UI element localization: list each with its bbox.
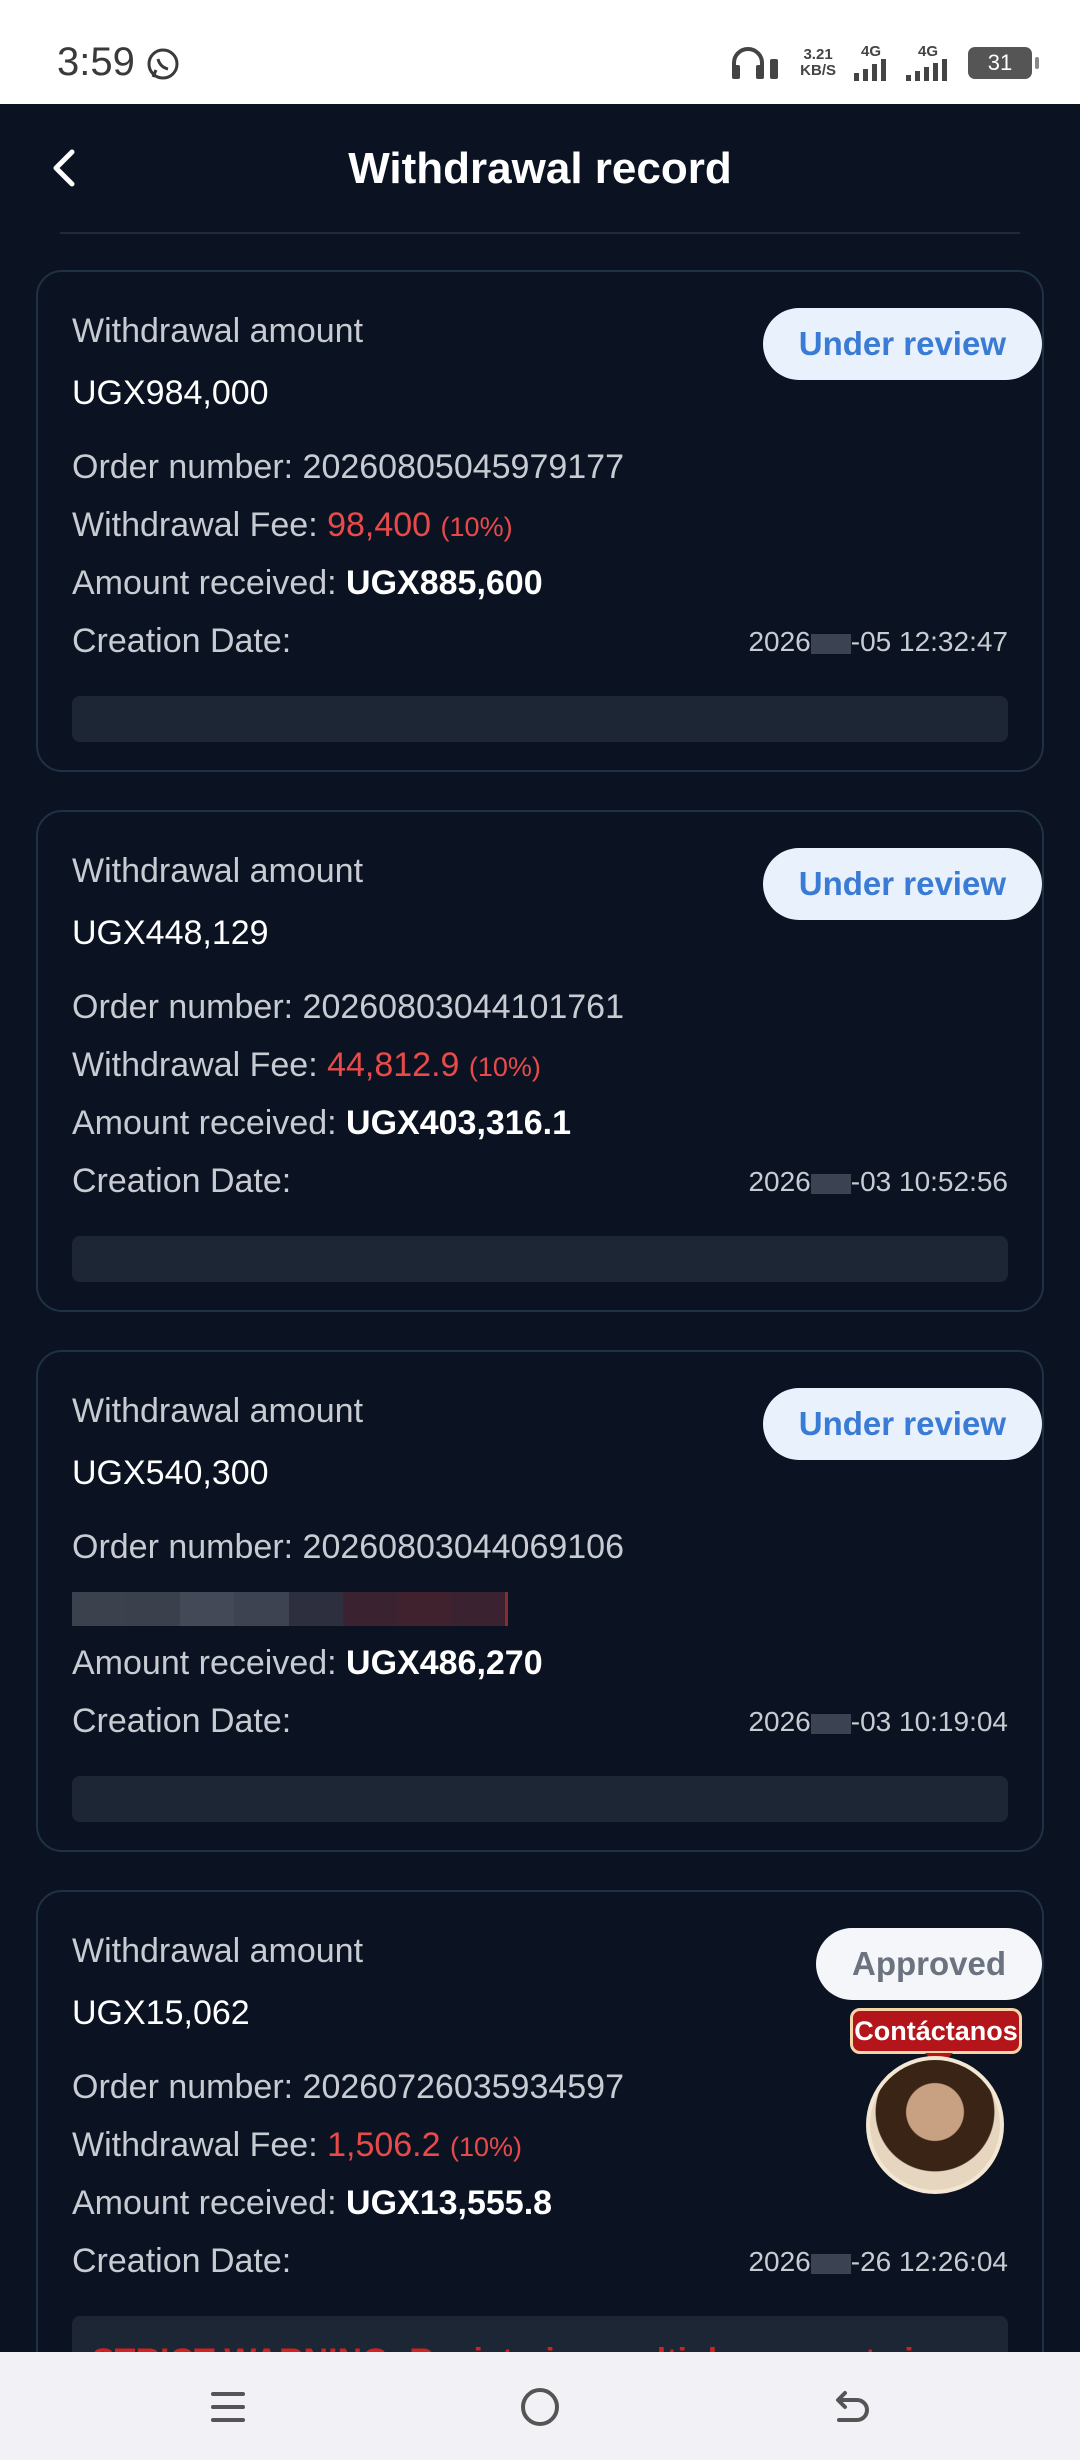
- amount-received-value: UGX486,270: [346, 1644, 543, 1682]
- back-icon[interactable]: [825, 2382, 875, 2432]
- withdrawal-amount-label: Withdrawal amount: [72, 1932, 364, 1970]
- amount-received-row: Amount received: UGX486,270: [72, 1644, 543, 1682]
- creation-date-label: Creation Date:: [72, 1702, 292, 1740]
- amount-received-row: Amount received: UGX13,555.8: [72, 2184, 553, 2222]
- fee-value: 98,400: [327, 506, 432, 544]
- redacted-fee-row: [72, 1592, 508, 1626]
- withdrawal-amount-value: UGX984,000: [72, 374, 269, 412]
- creation-date-label: Creation Date:: [72, 622, 292, 660]
- withdrawal-card: Withdrawal amount UGX448,129 Under revie…: [36, 810, 1044, 1312]
- status-badge: Under review: [762, 848, 1042, 920]
- withdrawal-amount-value: UGX15,062: [72, 1994, 250, 2032]
- creation-date-value: 2026 -26 12:26:04: [748, 2246, 1008, 2277]
- withdrawal-amount-label: Withdrawal amount: [72, 1392, 364, 1430]
- header-divider: [60, 232, 1020, 234]
- avatar: [866, 2056, 1004, 2194]
- creation-date-value: 2026 -03 10:52:56: [748, 1166, 1008, 1197]
- system-nav-bar: [0, 2352, 1080, 2460]
- progress-bar: [72, 1236, 1008, 1282]
- status-bar: 3:59 3.21 KB/S 4G 4G 31: [0, 0, 1080, 104]
- creation-date-value: 2026 -03 10:19:04: [748, 1706, 1008, 1737]
- signal-bars-icon: [854, 59, 886, 81]
- order-number-value: 20260805045979177: [302, 448, 625, 486]
- withdrawal-amount-label: Withdrawal amount: [72, 312, 364, 350]
- warning-banner: STRICT WARNING: Registering multiple acc…: [72, 2316, 1008, 2352]
- contact-label: Contáctanos: [850, 2008, 1022, 2067]
- fee-percent: (10%): [468, 1052, 541, 1082]
- redacted-block: [810, 2253, 851, 2274]
- order-number-value: 20260726035934597: [302, 2068, 625, 2106]
- signal-bars-icon: [906, 59, 947, 81]
- creation-date-value: 2026 -05 12:32:47: [748, 626, 1008, 657]
- signal-2: 4G: [906, 44, 950, 81]
- redacted-block: [810, 633, 851, 654]
- withdrawal-amount-value: UGX448,129: [72, 914, 269, 952]
- redacted-block: [810, 1713, 851, 1734]
- headphones-icon: [732, 46, 779, 79]
- status-badge: Under review: [762, 1388, 1042, 1460]
- progress-bar: [72, 696, 1008, 742]
- withdrawal-amount-label: Withdrawal amount: [72, 852, 364, 890]
- order-number-row: Order number: 20260803044069106: [72, 1528, 625, 1566]
- status-time: 3:59: [57, 40, 135, 84]
- withdrawal-card: Withdrawal amount UGX540,300 Under revie…: [36, 1350, 1044, 1852]
- amount-received-value: UGX403,316.1: [346, 1104, 571, 1142]
- creation-date-label: Creation Date:: [72, 2242, 292, 2280]
- status-badge: Under review: [762, 308, 1042, 380]
- withdrawal-fee-row: Withdrawal Fee: 44,812.9 (10%): [72, 1046, 541, 1084]
- home-icon[interactable]: [515, 2382, 565, 2432]
- fee-value: 1,506.2: [327, 2126, 441, 2164]
- battery-icon: 31: [968, 46, 1039, 79]
- amount-received-row: Amount received: UGX885,600: [72, 564, 543, 602]
- progress-bar: [72, 1776, 1008, 1822]
- order-number-row: Order number: 20260805045979177: [72, 448, 625, 486]
- fee-percent: (10%): [440, 512, 513, 542]
- status-badge: Approved: [815, 1928, 1042, 2000]
- withdrawal-fee-row: Withdrawal Fee: 98,400 (10%): [72, 506, 513, 544]
- redacted-block: [810, 1173, 851, 1194]
- withdrawal-card: Withdrawal amount UGX984,000 Under revie…: [36, 270, 1044, 772]
- net-speed: 3.21 KB/S: [800, 45, 836, 79]
- status-icons: 3.21 KB/S 4G 4G 31: [730, 44, 1039, 81]
- contact-support-button[interactable]: Contáctanos: [850, 2008, 1022, 2194]
- creation-date-label: Creation Date:: [72, 1162, 292, 1200]
- withdrawal-amount-value: UGX540,300: [72, 1454, 269, 1492]
- signal-1: 4G: [854, 44, 888, 81]
- fee-value: 44,812.9: [327, 1046, 460, 1084]
- menu-icon[interactable]: [203, 2382, 253, 2432]
- order-number-value: 20260803044069106: [302, 1528, 625, 1566]
- fee-percent: (10%): [450, 2132, 523, 2162]
- order-number-row: Order number: 20260803044101761: [72, 988, 625, 1026]
- amount-received-row: Amount received: UGX403,316.1: [72, 1104, 571, 1142]
- warning-text: STRICT WARNING: Registering multiple acc…: [92, 2342, 933, 2352]
- withdrawal-fee-row: Withdrawal Fee: 1,506.2 (10%): [72, 2126, 523, 2164]
- whatsapp-icon: [147, 48, 179, 80]
- order-number-row: Order number: 20260726035934597: [72, 2068, 625, 2106]
- header: Withdrawal record: [0, 104, 1080, 234]
- amount-received-value: UGX885,600: [346, 564, 543, 602]
- order-number-value: 20260803044101761: [302, 988, 625, 1026]
- page-title: Withdrawal record: [348, 144, 732, 193]
- amount-received-value: UGX13,555.8: [346, 2184, 553, 2222]
